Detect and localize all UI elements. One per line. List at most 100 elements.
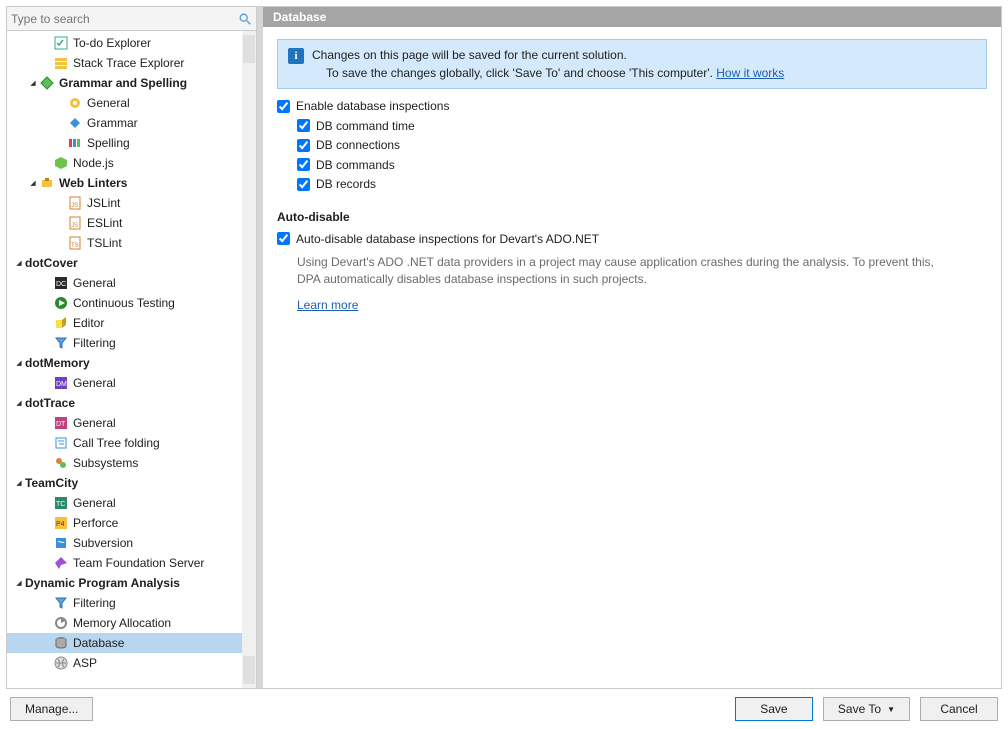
expander-icon[interactable] bbox=[55, 97, 67, 109]
tree-item-filtering[interactable]: Filtering bbox=[7, 593, 256, 613]
tree-item-grammar-and-spelling[interactable]: ◢Grammar and Spelling bbox=[7, 73, 256, 93]
how-it-works-link[interactable]: How it works bbox=[716, 66, 784, 80]
expander-icon[interactable]: ◢ bbox=[27, 77, 39, 89]
tree-item-general[interactable]: TCGeneral bbox=[7, 493, 256, 513]
tree-item-subversion[interactable]: Subversion bbox=[7, 533, 256, 553]
tree-item-jslint[interactable]: JSJSLint bbox=[7, 193, 256, 213]
tree-item-team-foundation-server[interactable]: Team Foundation Server bbox=[7, 553, 256, 573]
db-connections-checkbox[interactable]: DB connections bbox=[297, 138, 400, 152]
expander-icon[interactable]: ◢ bbox=[13, 257, 25, 269]
db-commands-checkbox[interactable]: DB commands bbox=[297, 158, 395, 172]
db-records-checkbox[interactable]: DB records bbox=[297, 177, 376, 191]
expander-icon[interactable]: ◢ bbox=[13, 577, 25, 589]
tree-item-dotcover[interactable]: ◢dotCover bbox=[7, 253, 256, 273]
tree-item-memory-allocation[interactable]: Memory Allocation bbox=[7, 613, 256, 633]
expander-icon[interactable] bbox=[41, 37, 53, 49]
expander-icon[interactable] bbox=[41, 437, 53, 449]
tree-item-to-do-explorer[interactable]: To-do Explorer bbox=[7, 33, 256, 53]
scrollbar-up[interactable] bbox=[243, 35, 255, 63]
tree-item-general[interactable]: General bbox=[7, 93, 256, 113]
scrollbar-down[interactable] bbox=[243, 656, 255, 684]
expander-icon[interactable]: ◢ bbox=[13, 397, 25, 409]
tree-item-perforce[interactable]: P4Perforce bbox=[7, 513, 256, 533]
expander-icon[interactable] bbox=[41, 637, 53, 649]
tree-item-database[interactable]: Database bbox=[7, 633, 256, 653]
tc-icon: TC bbox=[53, 495, 69, 511]
cancel-button[interactable]: Cancel bbox=[920, 697, 998, 721]
tree-item-label: Memory Allocation bbox=[73, 616, 171, 630]
node-icon bbox=[53, 155, 69, 171]
spell-icon bbox=[67, 135, 83, 151]
db-cmd-time-checkbox[interactable]: DB command time bbox=[297, 119, 415, 133]
expander-icon[interactable] bbox=[41, 297, 53, 309]
expander-icon[interactable] bbox=[41, 517, 53, 529]
tree-item-node-js[interactable]: Node.js bbox=[7, 153, 256, 173]
manage-button[interactable]: Manage... bbox=[10, 697, 93, 721]
expander-icon[interactable] bbox=[41, 617, 53, 629]
expander-icon[interactable] bbox=[41, 377, 53, 389]
grammar-icon bbox=[39, 75, 55, 91]
tree-item-editor[interactable]: Editor bbox=[7, 313, 256, 333]
tree-item-teamcity[interactable]: ◢TeamCity bbox=[7, 473, 256, 493]
expander-icon[interactable] bbox=[41, 457, 53, 469]
expander-icon[interactable] bbox=[41, 417, 53, 429]
tree-item-filtering[interactable]: Filtering bbox=[7, 333, 256, 353]
auto-disable-checkbox[interactable]: Auto-disable database inspections for De… bbox=[277, 232, 599, 246]
tree-item-continuous-testing[interactable]: Continuous Testing bbox=[7, 293, 256, 313]
tree-item-label: General bbox=[87, 96, 130, 110]
expander-icon[interactable] bbox=[41, 57, 53, 69]
tree-item-general[interactable]: DCGeneral bbox=[7, 273, 256, 293]
scrollbar[interactable] bbox=[242, 31, 256, 688]
tree-item-eslint[interactable]: JSESLint bbox=[7, 213, 256, 233]
ct-icon bbox=[53, 295, 69, 311]
tree-item-tslint[interactable]: TSTSLint bbox=[7, 233, 256, 253]
tree-item-grammar[interactable]: Grammar bbox=[7, 113, 256, 133]
expander-icon[interactable] bbox=[55, 217, 67, 229]
expander-icon[interactable] bbox=[55, 117, 67, 129]
tree-item-subsystems[interactable]: Subsystems bbox=[7, 453, 256, 473]
tree-item-label: dotMemory bbox=[25, 356, 90, 370]
save-button[interactable]: Save bbox=[735, 697, 813, 721]
expander-icon[interactable] bbox=[55, 197, 67, 209]
search-icon bbox=[238, 12, 252, 26]
expander-icon[interactable] bbox=[41, 657, 53, 669]
learn-more-link[interactable]: Learn more bbox=[297, 298, 358, 312]
tree-item-stack-trace-explorer[interactable]: Stack Trace Explorer bbox=[7, 53, 256, 73]
expander-icon[interactable] bbox=[41, 557, 53, 569]
tree-item-label: dotTrace bbox=[25, 396, 75, 410]
expander-icon[interactable]: ◢ bbox=[13, 357, 25, 369]
save-to-button[interactable]: Save To ▼ bbox=[823, 697, 910, 721]
info-icon: i bbox=[288, 48, 304, 64]
expander-icon[interactable] bbox=[41, 497, 53, 509]
auto-disable-title: Auto-disable bbox=[277, 210, 987, 224]
tree-item-label: Team Foundation Server bbox=[73, 556, 204, 570]
expander-icon[interactable] bbox=[41, 277, 53, 289]
expander-icon[interactable]: ◢ bbox=[27, 177, 39, 189]
tree-item-call-tree-folding[interactable]: Call Tree folding bbox=[7, 433, 256, 453]
tree-item-general[interactable]: DTGeneral bbox=[7, 413, 256, 433]
tree-item-general[interactable]: DMGeneral bbox=[7, 373, 256, 393]
search-input[interactable] bbox=[11, 12, 238, 26]
enable-db-checkbox[interactable]: Enable database inspections bbox=[277, 99, 449, 113]
expander-icon[interactable] bbox=[41, 337, 53, 349]
tree-item-label: JSLint bbox=[87, 196, 120, 210]
tree-item-dottrace[interactable]: ◢dotTrace bbox=[7, 393, 256, 413]
tree-item-dotmemory[interactable]: ◢dotMemory bbox=[7, 353, 256, 373]
tree-item-web-linters[interactable]: ◢ Web Linters bbox=[7, 173, 256, 193]
expander-icon[interactable] bbox=[41, 157, 53, 169]
tree-item-spelling[interactable]: Spelling bbox=[7, 133, 256, 153]
options-tree[interactable]: To-do ExplorerStack Trace Explorer◢Gramm… bbox=[7, 31, 256, 688]
p4-icon: P4 bbox=[53, 515, 69, 531]
expander-icon[interactable]: ◢ bbox=[13, 477, 25, 489]
svg-text:DT: DT bbox=[56, 421, 66, 428]
tree-item-label: Web Linters bbox=[59, 176, 127, 190]
expander-icon[interactable] bbox=[41, 317, 53, 329]
svg-text:TS: TS bbox=[71, 243, 79, 249]
expander-icon[interactable] bbox=[41, 537, 53, 549]
expander-icon[interactable] bbox=[41, 597, 53, 609]
tree-item-label: ASP bbox=[73, 656, 97, 670]
expander-icon[interactable] bbox=[55, 237, 67, 249]
tree-item-asp[interactable]: ASP bbox=[7, 653, 256, 673]
tree-item-dynamic-program-analysis[interactable]: ◢Dynamic Program Analysis bbox=[7, 573, 256, 593]
expander-icon[interactable] bbox=[55, 137, 67, 149]
